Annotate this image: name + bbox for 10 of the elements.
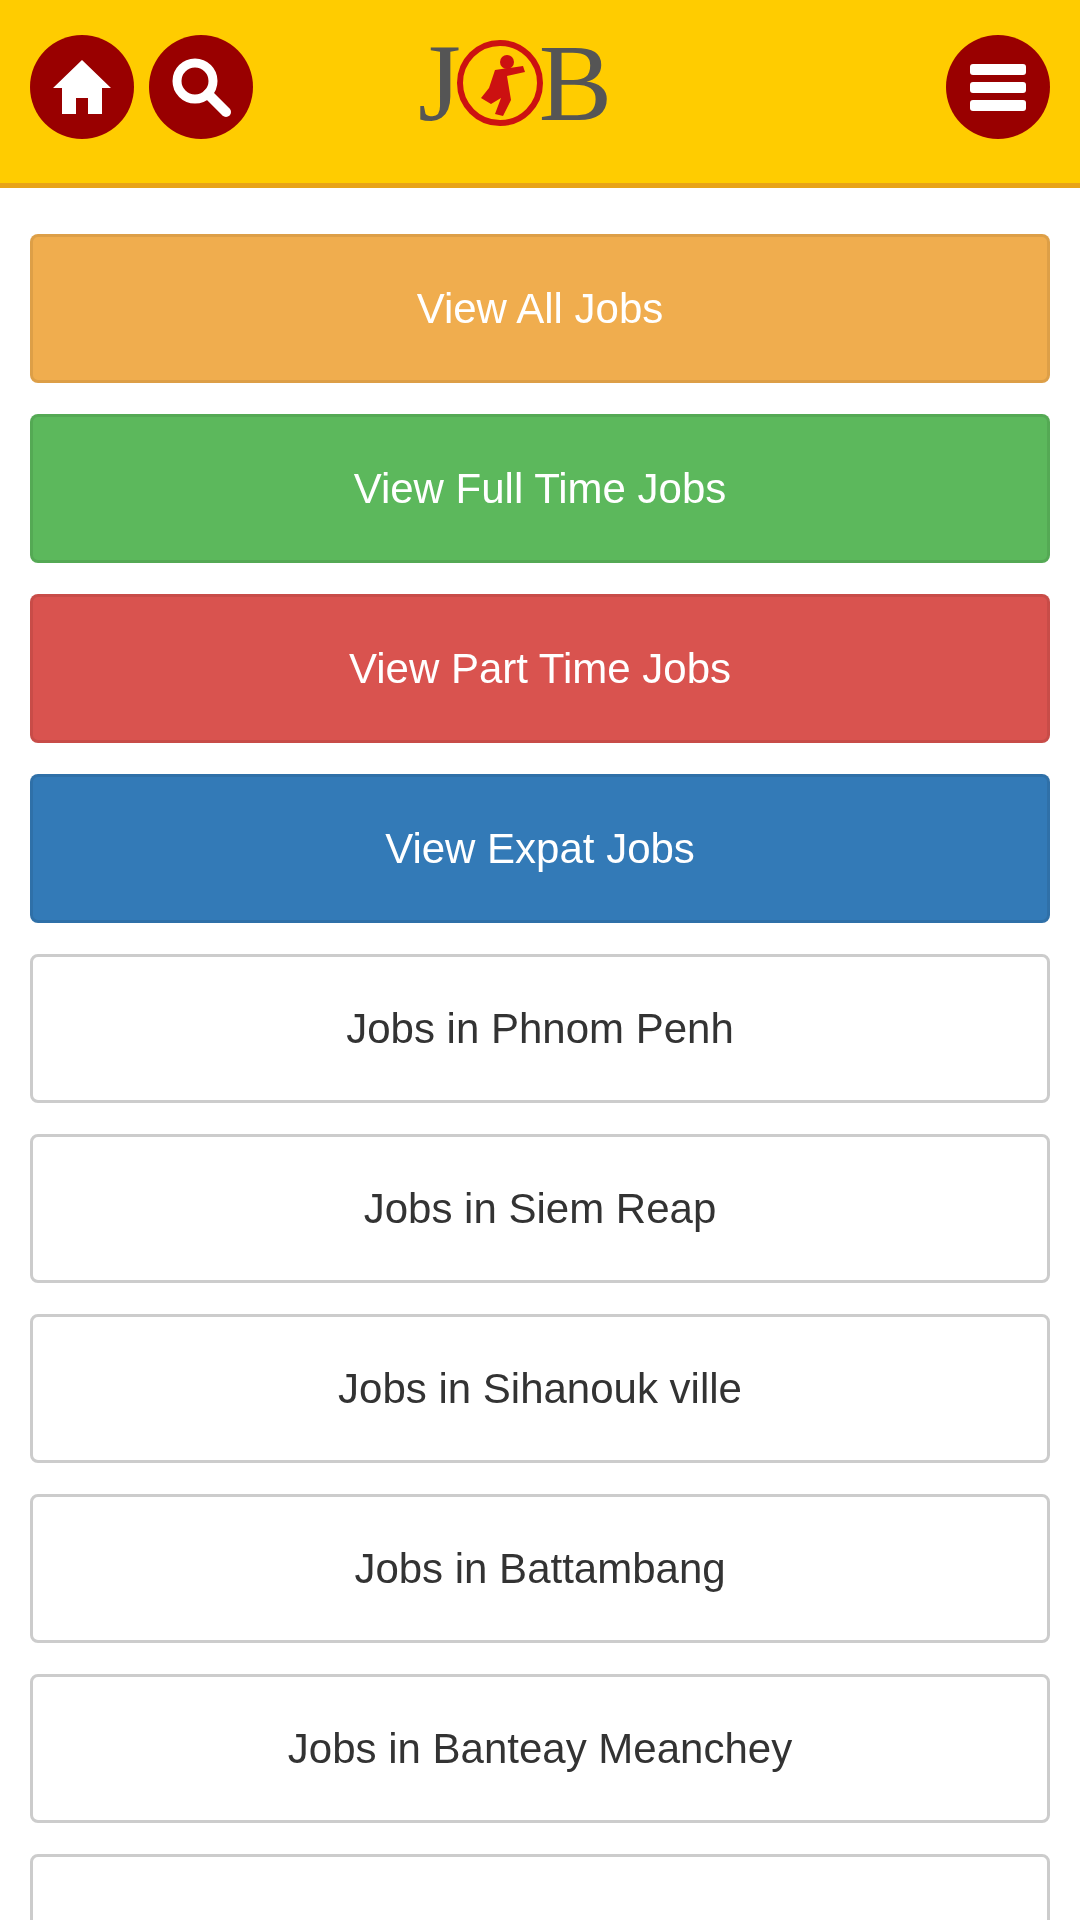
nav-button[interactable]: Jobs in Phnom Penh bbox=[30, 954, 1050, 1103]
menu-icon bbox=[970, 61, 1026, 112]
nav-button[interactable]: Jobs in Sihanouk ville bbox=[30, 1314, 1050, 1463]
nav-button[interactable]: View Expat Jobs bbox=[30, 774, 1050, 923]
nav-button[interactable]: View Part Time Jobs bbox=[30, 594, 1050, 743]
logo[interactable]: J B bbox=[418, 28, 613, 138]
nav-button[interactable]: Jobs in Siem Reap bbox=[30, 1134, 1050, 1283]
nav-button[interactable]: Jobs in Battambang bbox=[30, 1494, 1050, 1643]
nav-button[interactable]: Jobs in Banteay Meanchey bbox=[30, 1674, 1050, 1823]
home-icon bbox=[51, 57, 113, 116]
